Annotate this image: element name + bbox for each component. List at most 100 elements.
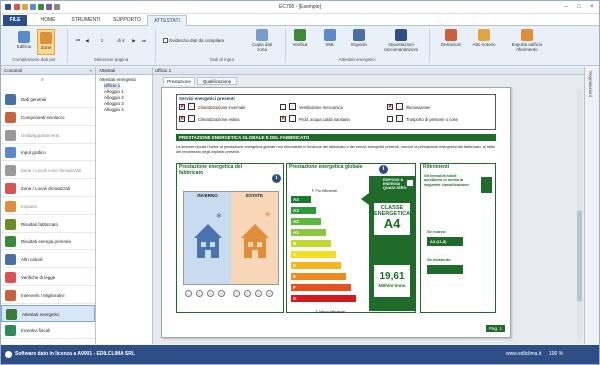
last-page-icon[interactable]: ⏭ [141, 38, 147, 43]
document-tab[interactable]: Ufficio 1 [155, 68, 171, 73]
sidebar-item[interactable]: Componenti involucro [1, 109, 95, 126]
snowflake-icon: ❄ [216, 213, 222, 220]
atto-notorio-button[interactable]: Atto notorio [471, 29, 497, 47]
sidebar-item[interactable]: Unità/appartamenti [1, 127, 95, 144]
group-selezione: Selezione pagina [93, 57, 129, 62]
energy-class-bar: E [291, 273, 346, 280]
service-checkbox [387, 116, 393, 122]
energy-class-bar: A4 [291, 196, 311, 203]
sidebar-item[interactable]: Incentivi fiscali [1, 322, 95, 340]
sidebar-item-icon [5, 94, 16, 105]
index-value-box: 19,61 kWh/m²anno [373, 264, 411, 298]
segnalazioni-rail[interactable]: Segnalazioni [584, 67, 599, 344]
tree-item-alloggio-4[interactable]: Alloggio 4 [104, 107, 124, 113]
panel-riferimenti-title: Riferimenti [423, 164, 450, 170]
minimize-button[interactable]: – [561, 3, 571, 12]
sidebar-item-icon [5, 236, 16, 248]
service-checkbox: ✕ [179, 116, 185, 122]
first-page-icon[interactable]: ⏮ [75, 38, 81, 43]
energy-class-bar: G [291, 295, 356, 302]
sidebar-item[interactable]: Interventi / Migliorativi [1, 287, 95, 304]
sidebar-item-icon [6, 308, 17, 320]
scrollbar-thumb[interactable] [577, 211, 582, 301]
index-value: 19,61 [379, 271, 405, 282]
smiley-icon: ☺ [233, 290, 240, 297]
close-button[interactable]: × [587, 3, 597, 12]
tab-strumenti[interactable]: STRUMENTI [67, 15, 105, 26]
service-label: Climatizzazione invernale [198, 105, 246, 110]
xml-button[interactable]: XML [319, 29, 341, 47]
esistente-value [427, 265, 463, 274]
top-efficiency-label: ⇑ Più efficiente [311, 188, 338, 193]
sidebar-item-icon [5, 289, 16, 301]
arrow-up-icon: ⇑ [311, 188, 315, 193]
sidebar-item-icon [5, 218, 16, 230]
sidebar-item-label: Risultati fabbricato [21, 221, 59, 227]
tab-home[interactable]: HOME [37, 15, 59, 26]
class-value-box: CLASSE ENERGETICA A4 [373, 202, 411, 236]
page-current[interactable]: 1 [99, 38, 105, 43]
sidebar-item[interactable]: Zone / Locali zone climatizzati [1, 162, 95, 180]
reference-building-icon [481, 177, 492, 193]
esporta-edificio-button[interactable]: Esporta edificio riferimento [501, 29, 553, 52]
nzeb-checkbox [407, 180, 413, 186]
panel-collapse-icon[interactable]: « [89, 67, 92, 75]
impostazioni-button[interactable]: Impostazioni raccomandazioni [381, 29, 421, 52]
sidebar-item[interactable]: Impianti [1, 198, 95, 215]
website-link[interactable]: www.edilclima.it [506, 351, 541, 357]
detrazioni-button[interactable]: Detrazioni [437, 29, 465, 47]
sidebar-item-icon [5, 165, 16, 177]
sidebar-item[interactable]: Zone / Locali climatizzati [1, 180, 95, 197]
zoom-level[interactable]: 100 % [549, 351, 563, 357]
sidebar-item-label: Input grafico [21, 150, 46, 156]
info-icon[interactable]: i [379, 165, 388, 174]
energy-class-bar: C [291, 251, 336, 258]
sidebar-item[interactable]: Dati generali [1, 91, 95, 108]
sidebar-item[interactable]: Attestati energetici [1, 304, 95, 322]
sidebar-item[interactable]: Risultati fabbricato [1, 216, 95, 233]
stamp-icon [478, 29, 490, 41]
smiley-icon: ☺ [266, 290, 273, 297]
tab-attestati[interactable]: ATTESTATI [147, 15, 187, 26]
sidebar-item-label: Zone / Locali zone climatizzati [21, 168, 82, 174]
info-icon[interactable]: i [272, 174, 281, 183]
sidebar-item[interactable]: Risultati energia primaria [1, 233, 95, 251]
subtab-qualificazione[interactable]: Qualificazione [197, 77, 237, 85]
panel-menu-icon[interactable]: ≡ [41, 77, 44, 83]
energy-class-bar: A2 [291, 218, 321, 225]
next-page-icon[interactable]: ▶ [131, 38, 137, 43]
edificio-button[interactable]: Edificio [15, 29, 33, 55]
summer-label: ESTATE [245, 193, 264, 198]
maximize-button[interactable]: □ [574, 3, 584, 12]
energy-class-bar: A3 [291, 207, 316, 214]
verifica-button[interactable]: Verifica [289, 29, 311, 47]
sun-icon: ☀ [264, 210, 272, 219]
esistente-label: Se esistente: [427, 257, 452, 262]
service-icon [396, 115, 403, 122]
license-text: Software dato in licenza a A0001 - EDILC… [15, 351, 135, 357]
energy-class-bar: A1 [291, 229, 326, 236]
sidebar-item-label: Componenti involucro [21, 114, 65, 120]
application-window: EC700 - [Esempio] – □ × FILE HOME STRUME… [0, 0, 600, 365]
esporta-button[interactable]: Esporta [347, 29, 371, 47]
subtab-prestazione[interactable]: Prestazione [163, 77, 195, 85]
sidebar-item-label: Risultati energia primaria [21, 239, 71, 245]
class-arrow-icon [361, 193, 369, 205]
prev-page-icon[interactable]: ◀ [84, 38, 90, 43]
sidebar-item-label: Zone / Locali climatizzati [21, 186, 71, 191]
ribbon-tabs: FILE HOME STRUMENTI SUPPORTO ATTESTATI [1, 14, 599, 26]
panel-riferimenti: Riferimenti Gli immobili simili avrebber… [420, 163, 496, 313]
evidenzia-checkbox[interactable]: Evidenzia dati da compilare [163, 38, 235, 44]
sidebar-item[interactable]: Input grafico [1, 144, 95, 162]
license-icon [5, 351, 12, 358]
winter-house-icon [194, 224, 222, 258]
sidebar-item[interactable]: Altri calcoli [1, 251, 95, 269]
service-checkbox: ✕ [387, 104, 393, 110]
copia-dati-button[interactable]: Copia dati zona [249, 29, 275, 52]
tab-file[interactable]: FILE [3, 15, 27, 26]
zone-button[interactable]: Zone [37, 29, 55, 55]
sidebar-item[interactable]: Verifiche di legge [1, 269, 95, 286]
tab-supporto[interactable]: SUPPORTO [109, 15, 145, 26]
vertical-scrollbar[interactable] [577, 91, 582, 339]
winter-label: INVERNO [197, 193, 218, 198]
